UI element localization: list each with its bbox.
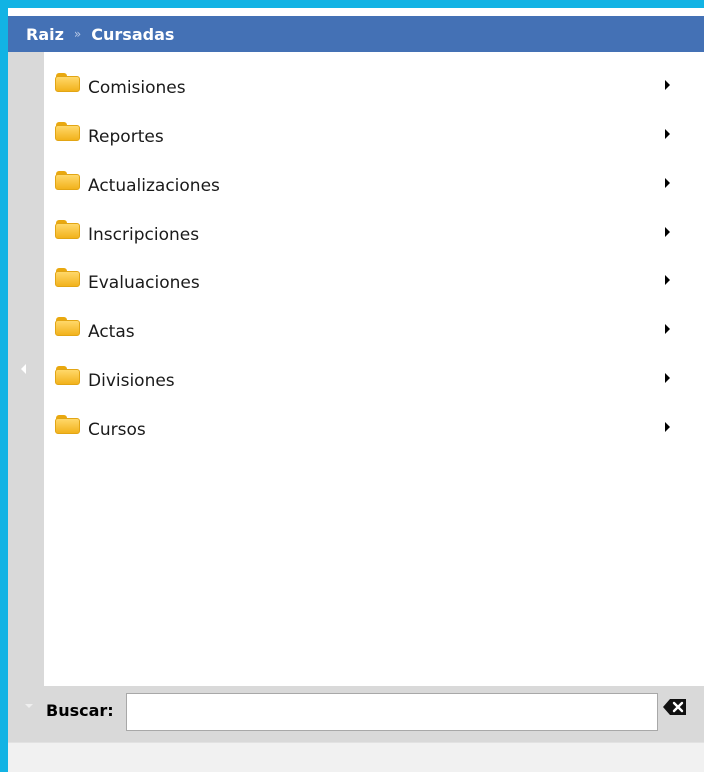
breadcrumb-root-link[interactable]: Raiz xyxy=(26,25,64,44)
folder-icon xyxy=(55,415,80,434)
menu-item-label: Actualizaciones xyxy=(88,176,220,196)
menu-item-label: Comisiones xyxy=(88,78,186,98)
menu-item-actualizaciones[interactable]: Actualizaciones xyxy=(44,162,684,202)
breadcrumb-separator: » xyxy=(73,27,82,41)
folder-icon xyxy=(55,366,80,385)
backspace-icon[interactable] xyxy=(663,699,687,715)
menu-item-label: Actas xyxy=(88,322,135,342)
menu-item-reportes[interactable]: Reportes xyxy=(44,113,684,153)
menu-item-divisiones[interactable]: Divisiones xyxy=(44,357,684,397)
chevron-down-icon[interactable] xyxy=(25,704,33,708)
caret-right-icon xyxy=(665,324,670,334)
caret-right-icon xyxy=(665,129,670,139)
folder-icon xyxy=(55,220,80,239)
menu-item-cursos[interactable]: Cursos xyxy=(44,406,684,446)
caret-right-icon xyxy=(665,227,670,237)
menu-list: Comisiones Reportes Actualizaciones Insc… xyxy=(44,52,704,686)
chevron-left-icon xyxy=(21,364,26,374)
folder-icon xyxy=(55,171,80,190)
menu-item-label: Inscripciones xyxy=(88,225,200,245)
caret-right-icon xyxy=(665,373,670,383)
menu-panel: Raiz » Cursadas Comisiones Reportes Actu… xyxy=(8,8,704,772)
status-bar xyxy=(8,742,704,772)
menu-item-label: Divisiones xyxy=(88,371,175,391)
menu-item-comisiones[interactable]: Comisiones xyxy=(44,64,684,104)
folder-icon xyxy=(55,268,80,287)
search-bar: Buscar: xyxy=(8,686,704,742)
caret-right-icon xyxy=(665,178,670,188)
folder-icon xyxy=(55,73,80,92)
collapse-strip[interactable] xyxy=(8,52,44,686)
menu-item-label: Cursos xyxy=(88,420,146,440)
menu-item-actas[interactable]: Actas xyxy=(44,308,684,348)
folder-icon xyxy=(55,122,80,141)
search-input[interactable] xyxy=(126,693,658,731)
search-label: Buscar: xyxy=(46,701,114,720)
menu-item-label: Evaluaciones xyxy=(88,273,200,293)
menu-item-label: Reportes xyxy=(88,127,164,147)
menu-item-evaluaciones[interactable]: Evaluaciones xyxy=(44,259,684,299)
breadcrumb: Raiz » Cursadas xyxy=(8,16,704,52)
caret-right-icon xyxy=(665,275,670,285)
caret-right-icon xyxy=(665,80,670,90)
breadcrumb-current: Cursadas xyxy=(91,24,175,44)
caret-right-icon xyxy=(665,422,670,432)
menu-item-inscripciones[interactable]: Inscripciones xyxy=(44,211,684,251)
folder-icon xyxy=(55,317,80,336)
